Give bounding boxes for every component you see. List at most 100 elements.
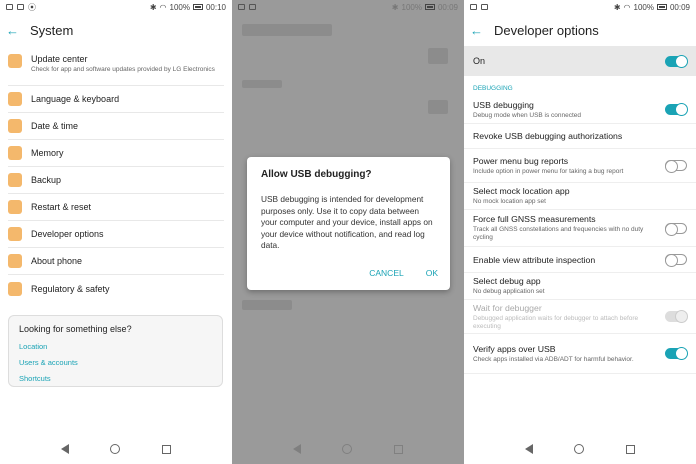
settings-item-restart[interactable]: Restart & reset (8, 194, 224, 221)
suggestion-card: Looking for something else? Location Use… (8, 315, 223, 387)
dev-option-label: Select mock location app (473, 186, 570, 196)
backup-icon (8, 173, 22, 187)
dialog-title: Allow USB debugging? (261, 169, 372, 180)
back-arrow-icon[interactable]: ← (6, 23, 20, 38)
dev-option-row[interactable]: Force full GNSS measurements Track all GN… (464, 210, 696, 247)
settings-item-language[interactable]: Language & keyboard (8, 86, 224, 113)
link-users-accounts[interactable]: Users & accounts (19, 358, 212, 367)
battery-percent: 100% (633, 2, 654, 12)
settings-item-update-center[interactable]: Update center Check for app and software… (8, 46, 224, 86)
status-bar: ✱ 100% 00:09 (232, 0, 464, 14)
dev-option-label: Power menu bug reports (473, 155, 569, 166)
dev-option-sub: Debug mode when USB is connected (473, 111, 582, 119)
developer-options-screen: ✱ ◠ 100% 00:09 ← Developer options On DEBUG… (464, 0, 696, 464)
dev-option-label: Revoke USB debugging authorizations (473, 131, 623, 141)
item-label: About phone (31, 256, 83, 266)
item-label: Update center (31, 54, 88, 64)
cancel-button[interactable]: CANCEL (369, 268, 403, 278)
dev-option-sub: Track all GNSS constellations and freque… (473, 226, 644, 241)
dev-option-row[interactable]: Select debug app No debug application set (464, 273, 696, 300)
settings-item-regulatory[interactable]: Regulatory & safety (8, 275, 224, 302)
image-icon (17, 4, 24, 10)
notification-icon (6, 4, 13, 10)
notification-icon (470, 4, 477, 10)
page-title: Developer options (494, 22, 599, 38)
recents-nav-icon[interactable] (626, 444, 636, 454)
dev-option-text: Verify apps over USB Check apps installed… (473, 344, 661, 364)
link-shortcuts[interactable]: Shortcuts (19, 374, 212, 383)
back-nav-icon[interactable] (292, 444, 301, 454)
recents-nav-icon[interactable] (394, 444, 404, 454)
language-icon (8, 92, 22, 106)
item-label: Restart & reset (31, 202, 92, 212)
dev-option-text: USB debugging Debug mode when USB is conn… (473, 100, 661, 120)
bluetooth-icon: ✱ (613, 2, 621, 12)
back-nav-icon[interactable] (60, 444, 69, 454)
dialog-body: USB debugging is intended for developmen… (261, 194, 433, 250)
master-toggle[interactable] (665, 54, 688, 68)
back-arrow-icon[interactable]: ← (470, 23, 484, 38)
clock-icon (8, 119, 22, 133)
item-label: Date & time (31, 121, 79, 131)
settings-item-memory[interactable]: Memory (8, 140, 224, 167)
toggle-switch (665, 310, 688, 323)
dev-option-label: Select debug app (473, 276, 541, 286)
item-label: Regulatory & safety (31, 283, 110, 294)
dev-option-row[interactable]: Enable view attribute inspection (464, 247, 696, 273)
settings-item-about[interactable]: About phone (8, 248, 224, 275)
dev-option-text: Enable view attribute inspection (473, 255, 661, 265)
dev-option-row: Wait for debugger Debugged application wa… (464, 300, 696, 334)
toggle-switch[interactable] (665, 222, 687, 236)
item-sub: Check for app and software updates provi… (31, 66, 215, 73)
wifi-icon: ◠ (159, 2, 167, 12)
dev-option-row[interactable]: USB debugging Debug mode when USB is conn… (464, 96, 696, 124)
dev-option-label: Verify apps over USB (473, 343, 556, 354)
ok-button[interactable]: OK (426, 268, 438, 278)
home-nav-icon[interactable] (574, 444, 585, 454)
dev-option-row[interactable]: Power menu bug reports Include option in … (464, 149, 696, 183)
dev-option-label: Force full GNSS measurements (473, 214, 596, 224)
battery-icon (192, 4, 203, 10)
item-label: Backup (31, 175, 62, 185)
toggle-switch[interactable] (665, 103, 688, 116)
on-label: On (473, 56, 486, 66)
dev-option-row[interactable]: Revoke USB debugging authorizations (464, 124, 696, 149)
nav-bar (0, 434, 232, 464)
dev-option-text: Force full GNSS measurements Track all GN… (473, 214, 661, 242)
dialog-screen: ✱ 100% 00:09 Allow USB debugging? USB debu… (232, 0, 464, 464)
item-label: Memory (31, 148, 64, 158)
dev-option-sub: Include option in power menu for taking … (473, 167, 624, 175)
image-icon (481, 4, 488, 10)
settings-item-developer[interactable]: Developer options (8, 221, 224, 248)
link-location[interactable]: Location (19, 342, 212, 351)
clock: 00:09 (437, 2, 458, 12)
home-nav-icon[interactable] (342, 444, 353, 454)
battery-percent: 100% (169, 2, 190, 12)
settings-item-date-time[interactable]: Date & time (8, 113, 224, 140)
recents-nav-icon[interactable] (162, 444, 172, 454)
status-bar: ⦿ ✱ ◠ 100% 00:10 (0, 0, 232, 14)
back-nav-icon[interactable] (524, 444, 533, 454)
battery-percent: 100% (401, 2, 422, 12)
item-label: Developer options (31, 229, 104, 239)
location-icon: ⦿ (28, 2, 36, 12)
dev-option-row[interactable]: Verify apps over USB Check apps installed… (464, 334, 696, 374)
bluetooth-icon: ✱ (391, 2, 399, 12)
card-title: Looking for something else? (19, 324, 132, 334)
dev-option-sub: Check apps installed via ADB/ADT for har… (473, 355, 634, 363)
section-header: DEBUGGING (473, 85, 513, 92)
update-icon (8, 54, 22, 68)
dev-option-text: Select debug app No debug application set (473, 276, 687, 296)
dev-option-label: USB debugging (473, 99, 534, 110)
developer-icon (8, 227, 22, 241)
toggle-switch[interactable] (665, 160, 687, 173)
dev-option-row[interactable]: Select mock location app No mock location… (464, 183, 696, 210)
toggle-switch[interactable] (665, 347, 688, 360)
toggle-switch[interactable] (665, 254, 687, 267)
dev-option-sub: No debug application set (473, 288, 545, 295)
settings-item-backup[interactable]: Backup (8, 167, 224, 194)
master-switch-row[interactable]: On (464, 46, 696, 76)
home-nav-icon[interactable] (110, 444, 121, 454)
dev-option-sub: No mock location app set (473, 198, 546, 205)
status-bar: ✱ ◠ 100% 00:09 (464, 0, 696, 14)
